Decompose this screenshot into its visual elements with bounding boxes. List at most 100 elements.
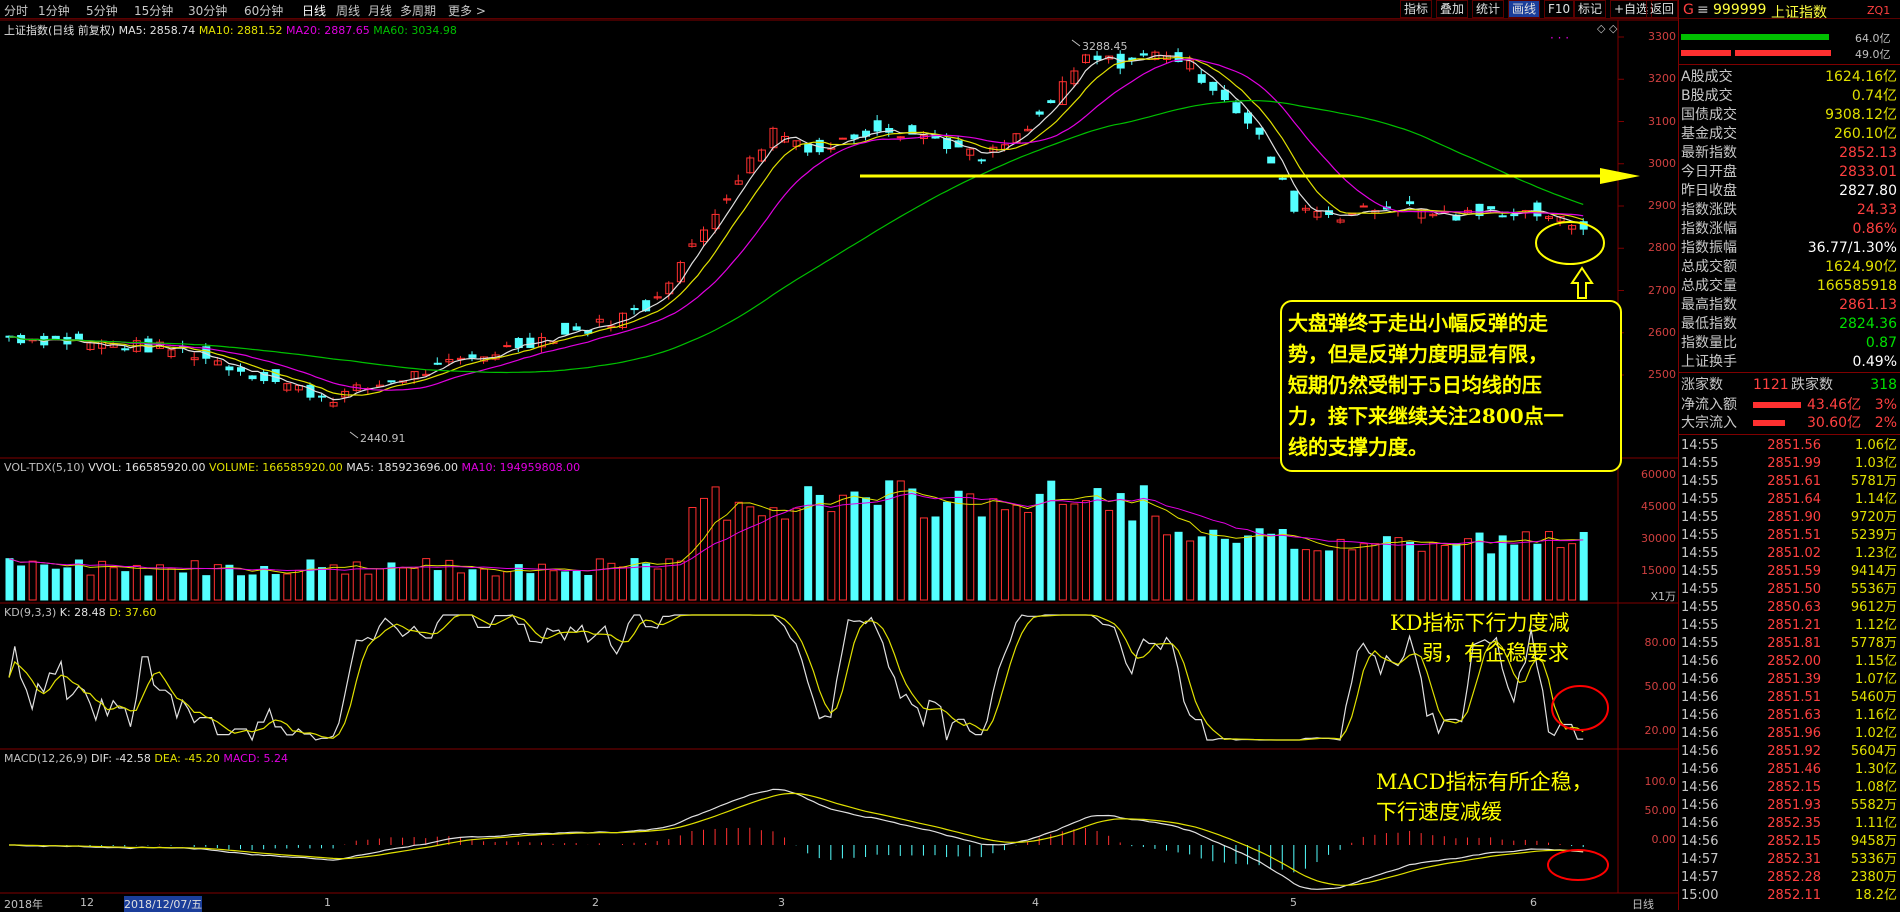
tick-row[interactable]: 14:56 2852.15 9458万: [1679, 833, 1899, 851]
volume-bar: [1093, 488, 1102, 601]
tick-row[interactable]: 14:56 2851.39 1.07亿: [1679, 671, 1899, 689]
price-axis-label: 3000: [1648, 156, 1676, 170]
candle-body: [51, 335, 60, 340]
tick-volume: 1.12亿: [1855, 618, 1897, 633]
volume-bar: [1186, 540, 1195, 601]
stat-label: B股成交: [1681, 88, 1733, 104]
volume-bar: [410, 567, 419, 601]
volume-bar: [40, 564, 49, 601]
volume-bar: [676, 560, 685, 601]
date-label-mar: 3: [778, 896, 785, 909]
volume-bar: [642, 563, 651, 601]
tick-price: 2852.28: [1767, 870, 1821, 885]
block-trade-bar: [1753, 420, 1785, 426]
tick-time: 14:55: [1681, 546, 1719, 561]
stat-value: 2861.13: [1839, 297, 1897, 313]
tick-time: 14:56: [1681, 654, 1719, 669]
tick-row[interactable]: 14:56 2852.00 1.15亿: [1679, 653, 1899, 671]
high-price-pointer: [1071, 39, 1081, 47]
stat-row: 总成交量 166585918: [1681, 277, 1899, 295]
tick-row[interactable]: 14:55 2851.21 1.12亿: [1679, 617, 1899, 635]
tick-row[interactable]: 14:55 2851.90 9720万: [1679, 509, 1899, 527]
tick-row[interactable]: 14:56 2851.93 5582万: [1679, 797, 1899, 815]
volume-bar: [804, 486, 813, 601]
volume-bar: [28, 560, 37, 601]
tick-row[interactable]: 14:56 2851.92 5604万: [1679, 743, 1899, 761]
date-label-jun: 6: [1530, 896, 1537, 909]
candle-body: [1139, 53, 1148, 56]
volume-bar: [491, 575, 500, 601]
stat-label: 指数涨幅: [1681, 221, 1737, 237]
volume-bar: [63, 567, 72, 601]
tick-row[interactable]: 14:57 2852.28 2380万: [1679, 869, 1899, 887]
candle-body: [248, 375, 257, 380]
buy-strength-bar: [1681, 34, 1829, 40]
stat-label: 昨日收盘: [1681, 183, 1737, 199]
tick-price: 2851.99: [1767, 456, 1821, 471]
stat-value: 2827.80: [1839, 183, 1897, 199]
volume-bar: [225, 564, 234, 601]
tick-row[interactable]: 14:55 2851.51 5239万: [1679, 527, 1899, 545]
advance-label: 涨家数: [1681, 377, 1723, 393]
tick-row[interactable]: 14:56 2852.15 1.08亿: [1679, 779, 1899, 797]
candle-body: [1487, 206, 1496, 210]
volume-bar: [850, 491, 859, 601]
stat-label: 上证换手: [1681, 354, 1737, 370]
tick-row[interactable]: 14:55 2850.63 9612万: [1679, 599, 1899, 617]
volume-bar: [572, 570, 581, 601]
tick-row[interactable]: 14:56 2851.46 1.30亿: [1679, 761, 1899, 779]
stat-row: 指数振幅 36.77/1.30%: [1681, 239, 1899, 257]
tick-row[interactable]: 14:55 2851.64 1.14亿: [1679, 491, 1899, 509]
stock-header: G ≡ 999999 上证指数 ZQ1: [1679, 2, 1900, 22]
stat-label: 今日开盘: [1681, 164, 1737, 180]
candle-body: [237, 367, 246, 372]
volume-bar: [1105, 509, 1114, 601]
volume-bar: [1116, 493, 1125, 601]
tick-row[interactable]: 14:55 2851.02 1.23亿: [1679, 545, 1899, 563]
volume-bar: [1012, 504, 1021, 601]
main-chart-diamond-icon[interactable]: ◇ ◇: [1597, 22, 1618, 35]
volume-bar: [1463, 538, 1472, 601]
volume-bar: [306, 559, 315, 601]
tick-row[interactable]: 15:00 2852.11 18.2亿: [1679, 887, 1899, 905]
volume-bar: [1174, 531, 1183, 601]
volume-bar: [1163, 534, 1172, 601]
stat-value: 260.10亿: [1834, 126, 1897, 142]
tick-row[interactable]: 14:55 2851.56 1.06亿: [1679, 437, 1899, 455]
volume-bar: [456, 572, 465, 601]
price-axis-label: 3300: [1648, 30, 1676, 43]
stat-value: 0.74亿: [1851, 88, 1897, 104]
volume-bar: [954, 490, 963, 601]
tick-volume: 1.14亿: [1855, 492, 1897, 507]
candle-body: [873, 120, 882, 132]
menu-icon[interactable]: ≡: [1697, 2, 1709, 18]
volume-bar: [827, 511, 836, 601]
tick-row[interactable]: 14:56 2851.96 1.02亿: [1679, 725, 1899, 743]
tick-row[interactable]: 14:55 2851.50 5536万: [1679, 581, 1899, 599]
candle-body: [1406, 201, 1415, 205]
stat-row: 指数量比 0.87: [1681, 334, 1899, 352]
stock-name: 上证指数: [1771, 5, 1827, 21]
tick-row[interactable]: 14:56 2851.51 5460万: [1679, 689, 1899, 707]
candle-body: [1220, 89, 1229, 101]
tick-row[interactable]: 14:57 2852.31 5336万: [1679, 851, 1899, 869]
stat-row: 最新指数 2852.13: [1681, 144, 1899, 162]
stat-value: 2852.13: [1839, 145, 1897, 161]
tick-row[interactable]: 14:55 2851.81 5778万: [1679, 635, 1899, 653]
tick-time: 14:56: [1681, 780, 1719, 795]
tick-row[interactable]: 14:55 2851.99 1.03亿: [1679, 455, 1899, 473]
tick-row[interactable]: 14:56 2851.63 1.16亿: [1679, 707, 1899, 725]
main-annotation-text: 大盘弹终于走出小幅反弹的走 势，但是反弹力度明显有限， 短期仍然受制于5日均线的…: [1288, 308, 1564, 463]
candle-body: [838, 137, 847, 140]
tick-row[interactable]: 14:55 2851.61 5781万: [1679, 473, 1899, 491]
stock-prefix: G: [1683, 2, 1694, 18]
tick-row[interactable]: 14:55 2851.59 9414万: [1679, 563, 1899, 581]
tick-volume: 5239万: [1850, 528, 1897, 543]
tick-time: 14:55: [1681, 510, 1719, 525]
candle-body: [74, 333, 83, 341]
main-annotation-line: 线的支撑力度。: [1288, 435, 1428, 459]
tick-price: 2851.39: [1767, 672, 1821, 687]
tick-time: 14:57: [1681, 852, 1719, 867]
tick-row[interactable]: 14:56 2852.35 1.11亿: [1679, 815, 1899, 833]
volume-bar: [792, 507, 801, 601]
